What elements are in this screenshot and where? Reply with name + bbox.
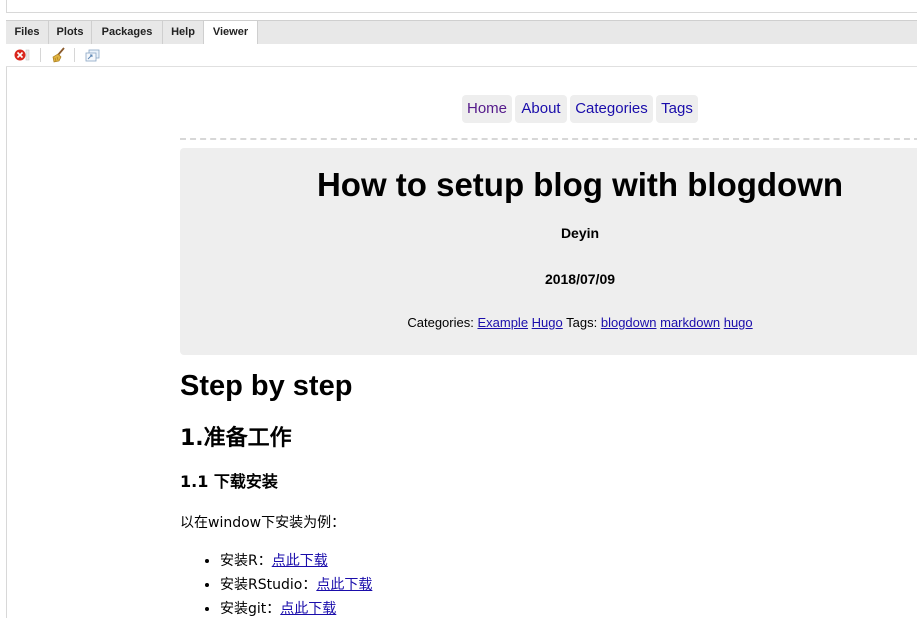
post-terms: Categories: Example Hugo Tags: blogdown … — [180, 315, 917, 330]
category-link-hugo[interactable]: Hugo — [532, 315, 563, 330]
viewer-toolbar — [6, 44, 917, 67]
toolbar-separator — [40, 48, 41, 62]
toolbar-separator — [74, 48, 75, 62]
nav-divider — [180, 138, 917, 140]
post-author: Deyin — [560, 225, 600, 241]
pane-tabbar: Files Plots Packages Help Viewer — [6, 20, 917, 45]
tags-label: Tags: — [566, 315, 598, 330]
intro-paragraph: 以在window下安装为例： — [180, 515, 346, 531]
source-pane-edge — [0, 0, 917, 20]
download-git-link[interactable]: 点此下载 — [280, 601, 336, 617]
install-list: 安装R：点此下载 安装RStudio：点此下载 安装git：点此下载 — [180, 549, 372, 618]
tab-packages[interactable]: Packages — [92, 21, 163, 44]
post-header: How to setup blog with blogdown Deyin 20… — [180, 148, 917, 355]
post-title: How to setup blog with blogdown — [316, 166, 844, 203]
nav-categories-link[interactable]: Categories — [570, 95, 653, 123]
list-item: 安装R：点此下载 — [220, 549, 372, 573]
categories-label: Categories: — [407, 315, 474, 330]
list-item: 安装git：点此下载 — [220, 597, 372, 618]
popout-icon[interactable] — [84, 47, 102, 63]
sub-subsection-heading: 1.1 下载安装 — [180, 472, 278, 491]
tab-plots[interactable]: Plots — [49, 21, 92, 44]
nav-home-link[interactable]: Home — [462, 95, 512, 123]
download-r-link[interactable]: 点此下载 — [272, 553, 328, 569]
nav-about-link[interactable]: About — [515, 95, 567, 123]
category-link-example[interactable]: Example — [477, 315, 528, 330]
list-item: 安装RStudio：点此下载 — [220, 573, 372, 597]
nav-tags-link[interactable]: Tags — [656, 95, 698, 123]
viewer-pane: Home About Categories Tags How to setup … — [6, 67, 917, 618]
post-date: 2018/07/09 — [544, 271, 616, 287]
list-item-text: 安装RStudio： — [220, 577, 317, 593]
broom-icon[interactable] — [50, 47, 68, 63]
list-item-text: 安装git： — [220, 601, 281, 617]
list-item-text: 安装R： — [220, 553, 272, 569]
tab-viewer[interactable]: Viewer — [204, 21, 258, 45]
download-rstudio-link[interactable]: 点此下载 — [316, 577, 372, 593]
tab-help[interactable]: Help — [163, 21, 204, 44]
subsection-heading: 1.准备工作 — [180, 426, 292, 451]
section-heading: Step by step — [180, 370, 353, 402]
tag-link-hugo[interactable]: hugo — [724, 315, 753, 330]
clear-close-icon[interactable] — [13, 47, 31, 63]
tab-files[interactable]: Files — [6, 21, 49, 44]
tag-link-markdown[interactable]: markdown — [660, 315, 720, 330]
tag-link-blogdown[interactable]: blogdown — [601, 315, 657, 330]
